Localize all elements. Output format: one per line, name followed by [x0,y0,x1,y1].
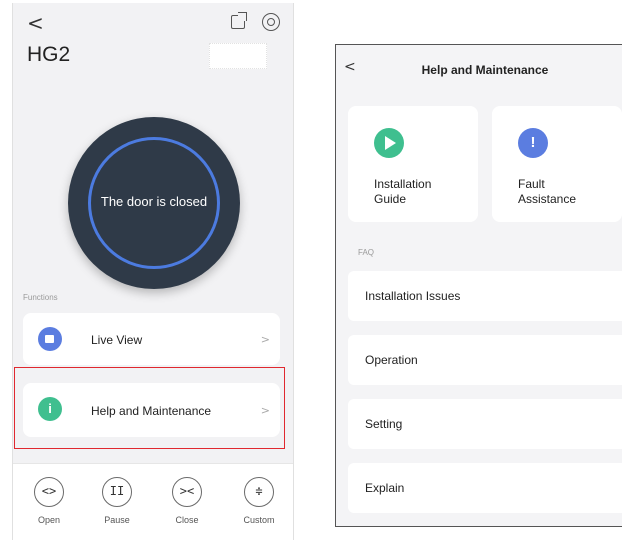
pause-icon: II [102,477,132,507]
screenshot-root: < HG2 The door is closed Functions Live … [0,0,622,542]
page-title: Help and Maintenance [421,63,549,77]
device-screen: < HG2 The door is closed Functions Live … [12,3,294,540]
faq-item-setting[interactable]: Setting [348,399,622,449]
gear-icon[interactable] [262,13,280,31]
sliders-icon: ≑ [244,477,274,507]
faq-item-label: Operation [365,353,418,367]
door-status-text: The door is closed [100,194,208,209]
live-view-card[interactable]: Live View > [23,313,280,365]
custom-button[interactable]: ≑ Custom [237,477,281,525]
custom-label: Custom [243,515,275,525]
fault-assistance-tile[interactable]: ! Fault Assistance [492,106,622,222]
control-bar: <> Open II Pause >< Close ≑ Custom [13,463,293,540]
faq-item-label: Setting [365,417,403,431]
installation-guide-label: Installation Guide [374,177,432,206]
share-icon[interactable] [231,12,247,29]
door-status-dial[interactable]: The door is closed [68,117,240,289]
installation-guide-tile[interactable]: Installation Guide [348,106,478,222]
open-icon: <> [34,477,64,507]
help-screen: < Help and Maintenance Installation Guid… [335,44,622,527]
play-icon [374,128,404,158]
exclamation-icon: ! [518,128,548,158]
chevron-right-icon: > [260,333,270,346]
pause-button[interactable]: II Pause [95,477,139,525]
faq-item-operation[interactable]: Operation [348,335,622,385]
close-button[interactable]: >< Close [165,477,209,525]
blank-placeholder [209,43,267,69]
faq-item-explain[interactable]: Explain [348,463,622,513]
camera-icon [38,327,62,351]
close-label: Close [175,515,199,525]
close-icon: >< [172,477,202,507]
open-button[interactable]: <> Open [27,477,71,525]
faq-item-installation-issues[interactable]: Installation Issues [348,271,622,321]
pause-label: Pause [104,515,130,525]
faq-item-label: Installation Issues [365,289,461,303]
device-title: HG2 [27,43,71,66]
live-view-label: Live View [91,333,143,347]
highlight-box [14,367,285,449]
functions-label: Functions [23,293,58,302]
faq-label: FAQ [358,248,375,257]
open-label: Open [37,515,61,525]
fault-assistance-label: Fault Assistance [518,177,577,206]
faq-item-label: Explain [365,481,405,495]
back-icon[interactable]: < [27,13,44,33]
